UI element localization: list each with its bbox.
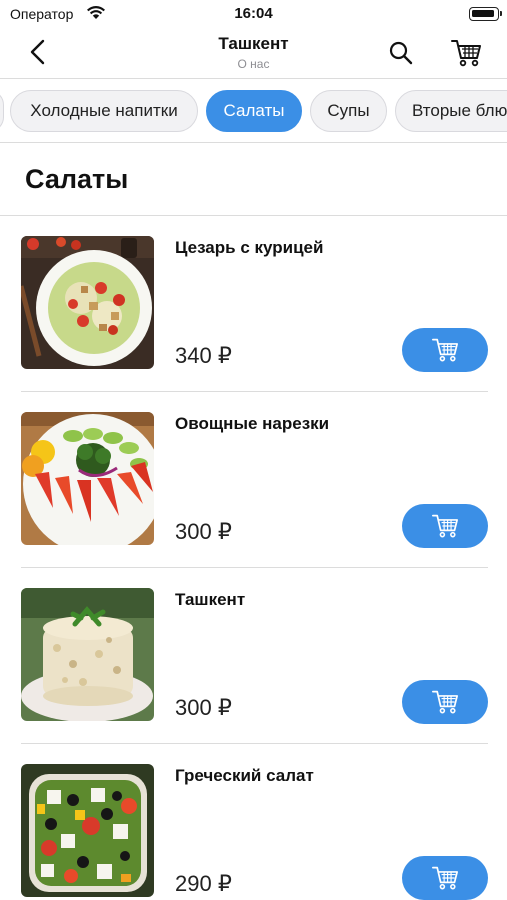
- tabs-divider: [0, 142, 507, 143]
- dish-name: Ташкент: [175, 590, 246, 609]
- category-chip-cold-drinks[interactable]: Холодные напитки: [10, 90, 198, 132]
- add-to-cart-button[interactable]: [402, 680, 488, 724]
- header-divider: [0, 78, 507, 79]
- menu-item[interactable]: Овощные нарезки 300 ₽: [0, 392, 507, 568]
- menu-item[interactable]: Греческий салат 290 ₽: [0, 744, 507, 900]
- dish-image-greek: [21, 764, 154, 897]
- page-title: Ташкент: [218, 34, 289, 53]
- title-block: Ташкент О нас: [0, 34, 507, 71]
- dish-image-vegetables: [21, 412, 154, 545]
- clock: 16:04: [234, 5, 273, 22]
- add-to-cart-button[interactable]: [402, 328, 488, 372]
- navigation-bar: Ташкент О нас: [0, 28, 507, 78]
- section-title: Салаты: [25, 164, 129, 194]
- search-icon[interactable]: [388, 40, 414, 71]
- category-chip-main-dishes[interactable]: Вторые блю: [395, 90, 507, 132]
- cart-icon: [432, 514, 458, 538]
- category-tabs: Холодные напитки Салаты Супы Вторые блю: [0, 88, 507, 134]
- status-bar: Оператор 16:04: [0, 0, 507, 28]
- cart-icon[interactable]: [450, 38, 482, 73]
- dish-name: Цезарь с курицей: [175, 238, 324, 257]
- dish-image-tashkent: [21, 588, 154, 721]
- dish-price: 290 ₽: [175, 871, 232, 896]
- category-chip-salads[interactable]: Салаты: [206, 90, 302, 132]
- menu-item[interactable]: Цезарь с курицей 340 ₽: [0, 216, 507, 392]
- category-chip-soups[interactable]: Супы: [310, 90, 387, 132]
- dish-price: 300 ₽: [175, 695, 232, 720]
- cart-icon: [432, 338, 458, 362]
- dish-name: Овощные нарезки: [175, 414, 330, 433]
- dish-price: 300 ₽: [175, 519, 232, 544]
- menu-item[interactable]: Ташкент 300 ₽: [0, 568, 507, 744]
- dish-price: 340 ₽: [175, 343, 232, 368]
- dish-image-caesar: [21, 236, 154, 369]
- battery-icon: [469, 7, 502, 21]
- about-link[interactable]: О нас: [0, 57, 507, 71]
- category-chip-partial[interactable]: [0, 90, 4, 132]
- add-to-cart-button[interactable]: [402, 856, 488, 900]
- dish-name: Греческий салат: [175, 766, 314, 785]
- add-to-cart-button[interactable]: [402, 504, 488, 548]
- cart-icon: [432, 866, 458, 890]
- cart-icon: [432, 690, 458, 714]
